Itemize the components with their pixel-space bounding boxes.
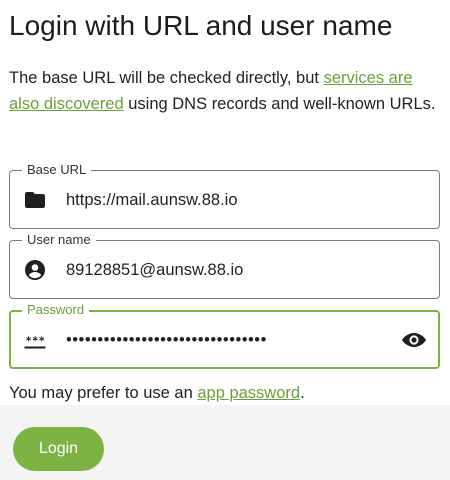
account-circle-icon bbox=[25, 260, 45, 280]
note-text-after: . bbox=[300, 384, 305, 402]
login-button[interactable]: Login bbox=[13, 427, 104, 471]
password-input[interactable]: •••••••••••••••••••••••••••••••• bbox=[66, 329, 267, 351]
page-title: Login with URL and user name bbox=[9, 10, 393, 41]
login-screen: Login with URL and user name The base UR… bbox=[0, 0, 450, 480]
password-icon bbox=[24, 336, 46, 349]
intro-text-after: using DNS records and well-known URLs. bbox=[123, 95, 436, 113]
bottom-action-bar: Login bbox=[0, 405, 450, 480]
eye-icon[interactable] bbox=[401, 328, 427, 352]
password-field[interactable]: Password •••••••••••••••••••••••••••••••… bbox=[9, 301, 440, 369]
base-url-label: Base URL bbox=[22, 161, 92, 179]
note-text-before: You may prefer to use an bbox=[9, 384, 198, 402]
user-name-label: User name bbox=[22, 231, 96, 249]
app-password-link[interactable]: app password bbox=[197, 384, 300, 402]
base-url-field[interactable]: Base URL https://mail.aunsw.88.io bbox=[9, 161, 440, 229]
user-name-input[interactable]: 89128851@aunsw.88.io bbox=[66, 259, 243, 281]
base-url-input[interactable]: https://mail.aunsw.88.io bbox=[66, 189, 238, 211]
intro-text: The base URL will be checked directly, b… bbox=[9, 65, 439, 117]
password-label: Password bbox=[22, 301, 90, 319]
user-name-field[interactable]: User name 89128851@aunsw.88.io bbox=[9, 231, 440, 299]
intro-text-before: The base URL will be checked directly, b… bbox=[9, 69, 324, 87]
folder-icon bbox=[25, 192, 45, 208]
app-password-note: You may prefer to use an app password. bbox=[9, 380, 305, 406]
